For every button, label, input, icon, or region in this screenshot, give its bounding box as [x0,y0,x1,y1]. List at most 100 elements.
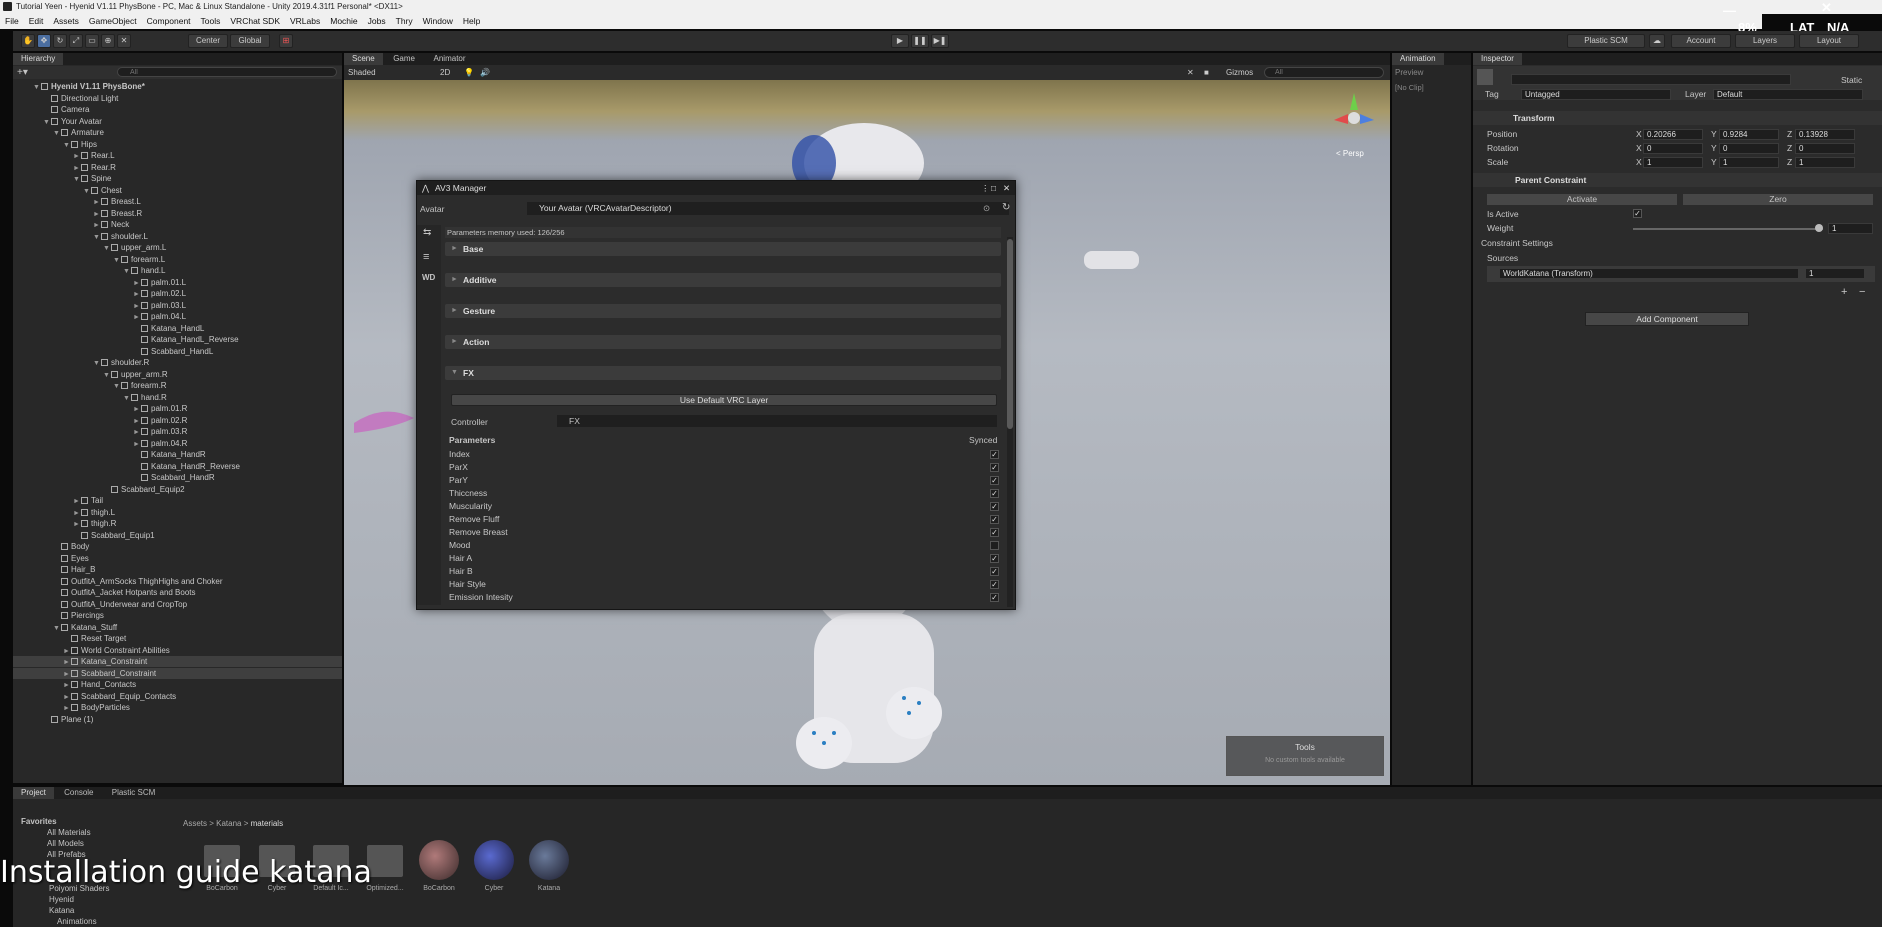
expand-arrow-icon[interactable]: ► [93,220,101,231]
hierarchy-item[interactable]: ▼ Your Avatar [13,116,102,127]
hierarchy-item[interactable]: ► Scabbard_Equip_Contacts [13,691,176,702]
hierarchy-item[interactable]: ▼ hand.R [13,392,167,403]
hierarchy-item[interactable]: Piercings [13,610,104,621]
hierarchy-item[interactable]: ▼ shoulder.L [13,231,148,242]
expand-arrow-icon[interactable]: ► [133,289,141,300]
expand-arrow-icon[interactable]: ► [133,427,141,438]
use-default-vrc-layer-button[interactable]: Use Default VRC Layer [451,394,997,406]
fav-all-models[interactable]: All Models [47,839,84,848]
tab-scene[interactable]: Scene [344,53,383,65]
hierarchy-item[interactable]: Scabbard_HandR [13,472,215,483]
weight-slider[interactable] [1633,228,1823,230]
fav-all-materials[interactable]: All Materials [47,828,91,837]
expand-arrow-icon[interactable]: ► [133,278,141,289]
zero-button[interactable]: Zero [1683,194,1873,205]
hierarchy-item[interactable]: ► World Constraint Abilities [13,645,170,656]
material-katana-thumb[interactable] [529,840,569,880]
synced-checkbox[interactable]: ✓ [990,554,999,563]
preview-button[interactable]: Preview [1395,68,1423,77]
rotation-z-field[interactable]: 0 [1795,143,1855,154]
expand-arrow-icon[interactable]: ► [93,209,101,220]
play-button[interactable]: ▶ [891,34,909,48]
tree-katana[interactable]: Katana [49,906,74,915]
menu-item-thry[interactable]: Thry [391,14,418,29]
hierarchy-item[interactable]: ▼ upper_arm.L [13,242,166,253]
hand-tool-icon[interactable]: ✋ [21,34,35,48]
position-x-field[interactable]: 0.20266 [1643,129,1703,140]
menu-item-gameobject[interactable]: GameObject [84,14,142,29]
hierarchy-item[interactable]: Reset Target [13,633,126,644]
hierarchy-item[interactable]: OutfitA_Jacket Hotpants and Boots [13,587,196,598]
expand-arrow-icon[interactable]: ► [63,703,71,714]
pivot-center-button[interactable]: Center [188,34,228,48]
hierarchy-item[interactable]: OutfitA_ArmSocks ThighHighs and Choker [13,576,222,587]
lighting-icon[interactable]: 💡 [464,67,474,78]
tab-console[interactable]: Console [56,787,101,799]
layout-dropdown[interactable]: Layout [1799,34,1859,48]
constraint-settings-foldout[interactable]: Constraint Settings [1481,238,1553,248]
list-icon[interactable]: ≡ [423,251,429,263]
expand-arrow-icon[interactable]: ► [63,692,71,703]
tab-project[interactable]: Project [13,787,54,799]
layer-dropdown[interactable]: Default [1713,89,1863,100]
minimize-icon[interactable]: — [1723,3,1736,18]
expand-arrow-icon[interactable]: ► [133,301,141,312]
expand-arrow-icon[interactable]: ► [133,439,141,450]
tab-animator[interactable]: Animator [426,53,474,65]
menu-item-assets[interactable]: Assets [48,14,84,29]
synced-checkbox[interactable] [990,541,999,550]
foldout-arrow-icon[interactable]: ► [451,273,458,287]
menu-item-mochie[interactable]: Mochie [325,14,362,29]
synced-checkbox[interactable]: ✓ [990,476,999,485]
hierarchy-item[interactable]: ▼ Spine [13,173,111,184]
expand-arrow-icon[interactable]: ► [133,416,141,427]
expand-arrow-icon[interactable]: ▼ [33,82,41,93]
expand-arrow-icon[interactable]: ▼ [103,370,111,381]
remove-source-icon[interactable]: − [1859,286,1865,298]
camera-icon[interactable]: ■ [1204,67,1209,78]
expand-arrow-icon[interactable]: ► [63,646,71,657]
tab-game[interactable]: Game [385,53,423,65]
expand-arrow-icon[interactable]: ▼ [93,232,101,243]
parent-constraint-header[interactable]: Parent Constraint [1473,173,1882,187]
2d-toggle[interactable]: 2D [440,67,450,78]
hierarchy-item[interactable]: OutfitA_Underwear and CropTop [13,599,187,610]
hierarchy-item[interactable]: Hair_B [13,564,95,575]
source-weight-field[interactable]: 1 [1805,268,1865,279]
hierarchy-item[interactable]: ▼ shoulder.R [13,357,149,368]
layers-dropdown[interactable]: Layers [1735,34,1795,48]
hierarchy-item[interactable]: ► palm.01.L [13,277,186,288]
menu-item-help[interactable]: Help [458,14,485,29]
account-dropdown[interactable]: Account [1671,34,1731,48]
hierarchy-item[interactable]: ► Scabbard_Constraint [13,667,342,679]
expand-arrow-icon[interactable]: ► [63,680,71,691]
hierarchy-item[interactable]: ► thigh.R [13,518,116,529]
synced-checkbox[interactable]: ✓ [990,528,999,537]
menu-item-jobs[interactable]: Jobs [363,14,391,29]
hierarchy-item[interactable]: ▼ hand.L [13,265,165,276]
weight-slider-handle[interactable] [1815,224,1823,232]
hierarchy-item[interactable]: Katana_HandL [13,323,204,334]
position-z-field[interactable]: 0.13928 [1795,129,1855,140]
favorites-label[interactable]: Favorites [21,817,57,826]
hierarchy-item[interactable]: ► Tail [13,495,103,506]
menu-item-component[interactable]: Component [142,14,196,29]
hierarchy-item[interactable]: ► Breast.R [13,208,142,219]
hierarchy-item[interactable]: ▼ forearm.L [13,254,165,265]
breadcrumb-assets[interactable]: Assets [183,819,207,828]
foldout-arrow-icon[interactable]: ► [451,335,458,349]
scale-x-field[interactable]: 1 [1643,157,1703,168]
expand-arrow-icon[interactable]: ▼ [43,117,51,128]
expand-arrow-icon[interactable]: ▼ [113,381,121,392]
breadcrumb-katana[interactable]: Katana [216,819,241,828]
menu-item-file[interactable]: File [0,14,24,29]
scene-gizmo-axis[interactable] [1324,88,1384,143]
tab-hierarchy[interactable]: Hierarchy [13,53,64,65]
synced-checkbox[interactable]: ✓ [990,502,999,511]
hierarchy-item[interactable]: Scabbard_Equip2 [13,484,185,495]
scene-search-input[interactable] [1264,67,1384,78]
tree-animations[interactable]: Animations [57,917,97,926]
shading-mode-dropdown[interactable]: Shaded [348,67,428,78]
foldout-arrow-icon[interactable]: ► [451,304,458,318]
object-name-field[interactable] [1511,74,1791,85]
